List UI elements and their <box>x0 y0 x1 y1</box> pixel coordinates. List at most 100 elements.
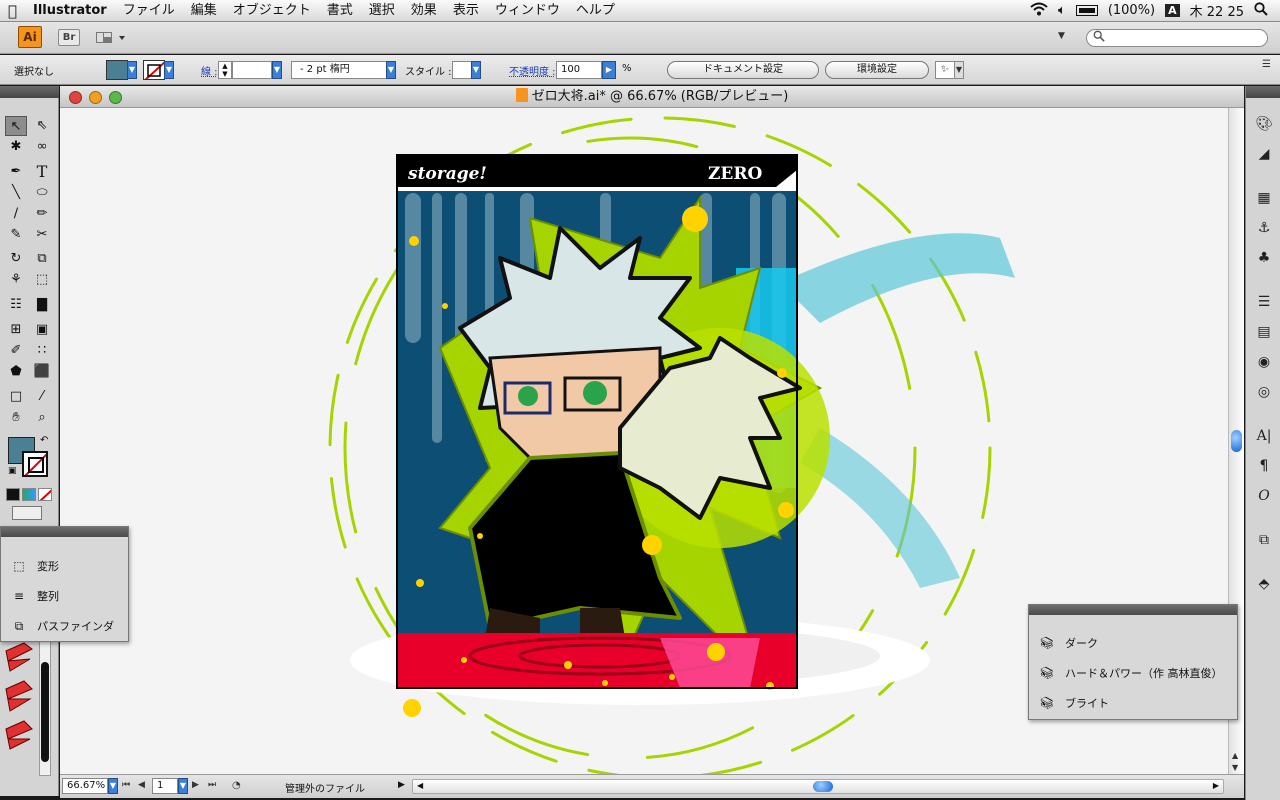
symbols-panel-icon[interactable]: ♣ <box>1254 248 1274 268</box>
dock-header[interactable] <box>1246 86 1280 98</box>
minimize-window-button[interactable] <box>89 91 102 104</box>
zoom-window-button[interactable] <box>109 91 122 104</box>
stroke-weight-field[interactable] <box>232 61 272 79</box>
gradient-panel-icon[interactable]: ▤ <box>1254 322 1274 342</box>
library-item-bright[interactable]: 📚︎ ブライト <box>1039 695 1109 711</box>
screen-mode-icon[interactable] <box>12 506 42 520</box>
isolate-mode-icon[interactable]: ✨︎ <box>935 61 955 79</box>
tools-panel-header[interactable] <box>0 86 59 98</box>
opacity-field[interactable]: 100 <box>556 61 602 79</box>
hand-tool-icon[interactable]: ✋︎ <box>5 408 27 428</box>
none-mode-icon[interactable] <box>38 488 52 501</box>
default-colors-icon[interactable]: ▣ <box>8 466 17 476</box>
transparency-panel-icon[interactable]: ◉ <box>1254 352 1274 372</box>
symbol-sprayer-tool-icon[interactable]: ☷ <box>5 295 27 315</box>
menu-effect[interactable]: 効果 <box>403 0 445 22</box>
help-search-input[interactable] <box>1086 29 1268 47</box>
status-menu-arrow[interactable]: ▶ <box>398 780 405 790</box>
artwork-card[interactable]: storage! ZERO <box>396 154 830 717</box>
wifi-icon[interactable] <box>1030 2 1048 20</box>
menu-object[interactable]: オブジェクト <box>225 0 319 22</box>
fill-swatch[interactable] <box>106 60 128 80</box>
selection-tool-icon[interactable]: ↖︎ <box>5 116 27 136</box>
blend-tool-icon[interactable]: ∷ <box>31 341 53 361</box>
free-transform-tool-icon[interactable]: ⬚ <box>31 270 53 290</box>
line-tool-icon[interactable]: ╲ <box>5 183 27 203</box>
live-paint-selection-tool-icon[interactable]: ⬛ <box>31 362 53 382</box>
scissors-tool-icon[interactable]: ✂︎ <box>31 225 53 245</box>
last-artboard-icon[interactable]: ⏭︎ <box>208 780 216 790</box>
artboards-panel-icon[interactable]: ⧉ <box>1254 530 1274 550</box>
opentype-panel-icon[interactable]: O <box>1254 486 1274 506</box>
panel-item-transform[interactable]: ⬚ 変形 <box>11 558 59 574</box>
warp-tool-icon[interactable]: ⚘︎ <box>5 270 27 290</box>
panel-item-pathfinder[interactable]: ⧉ パスファインダ <box>11 618 114 634</box>
scroll-down-arrow[interactable]: ▼ <box>1232 763 1238 772</box>
opacity-link[interactable]: 不透明度 : <box>509 63 556 78</box>
workspace-switcher-icon[interactable]: ▼ <box>1058 31 1065 41</box>
battery-icon[interactable] <box>1075 5 1098 16</box>
floating-panel-header-right[interactable] <box>1029 605 1237 615</box>
stroke-panel-icon[interactable]: ☰ <box>1254 292 1274 312</box>
panel-item-align[interactable]: ≡ 整列 <box>11 588 59 604</box>
brush-dropdown[interactable]: ▼ <box>386 61 396 79</box>
layers-panel-icon[interactable]: ⬘ <box>1254 574 1274 594</box>
pen-tool-icon[interactable]: ✒︎ <box>5 162 27 182</box>
artboard-number-field[interactable]: 1 <box>152 778 178 794</box>
brushes-panel-icon[interactable]: ⚓︎ <box>1254 218 1274 238</box>
menu-select[interactable]: 選択 <box>361 0 403 22</box>
pencil-tool-icon[interactable]: ✏︎ <box>31 204 53 224</box>
library-item-hard-power[interactable]: 📚︎ ハード＆パワー（作 高林直俊） <box>1039 665 1222 681</box>
arrange-documents-button[interactable] <box>94 29 128 46</box>
clock[interactable]: 木 22 25 <box>1190 1 1244 20</box>
stroke-weight-stepper[interactable]: ▲ ▼ <box>218 61 232 79</box>
blob-brush-tool-icon[interactable]: ✎︎ <box>5 225 27 245</box>
menu-view[interactable]: 表示 <box>445 0 487 22</box>
stroke-color-box[interactable] <box>22 451 48 477</box>
scroll-right-arrow[interactable]: ▶ <box>1213 781 1219 790</box>
ellipse-tool-icon[interactable]: ⬭ <box>31 183 53 203</box>
mesh-tool-icon[interactable]: ⊞ <box>5 320 27 340</box>
zoom-dropdown[interactable]: ▼ <box>108 778 118 794</box>
direct-selection-tool-icon[interactable]: ⇖ <box>31 116 53 136</box>
paragraph-panel-icon[interactable]: ¶ <box>1254 456 1274 476</box>
character-panel-icon[interactable]: A| <box>1254 426 1274 446</box>
graphic-style-swatch[interactable] <box>452 61 472 79</box>
brush-panel-scrollbar[interactable] <box>39 641 51 776</box>
scroll-up-arrow[interactable]: ▲ <box>1232 751 1238 760</box>
color-mode-icon[interactable] <box>6 488 20 501</box>
scroll-left-arrow[interactable]: ◀ <box>417 781 423 790</box>
appearance-panel-icon[interactable]: ◎ <box>1254 382 1274 402</box>
live-paint-bucket-tool-icon[interactable]: ⬟ <box>5 362 27 382</box>
menu-type[interactable]: 書式 <box>319 0 361 22</box>
swap-fill-stroke-icon[interactable]: ↶ <box>40 435 48 446</box>
menu-illustrator[interactable]: Illustrator <box>25 0 115 22</box>
stroke-panel-link[interactable]: 線 : <box>201 63 218 78</box>
artboard-tool-icon[interactable]: □ <box>5 387 27 407</box>
horizontal-scroll-thumb[interactable] <box>813 781 833 792</box>
brush-definition-field[interactable]: - 2 pt 楕円 <box>291 61 387 79</box>
isolate-dropdown[interactable]: ▼ <box>954 61 964 79</box>
rotate-tool-icon[interactable]: ↻ <box>5 249 27 269</box>
menu-edit[interactable]: 編集 <box>183 0 225 22</box>
bridge-button[interactable]: Br <box>58 29 80 46</box>
lasso-tool-icon[interactable]: ∞ <box>31 137 53 157</box>
fill-dropdown[interactable]: ▼ <box>127 61 137 79</box>
status-info-text[interactable]: 管理外のファイル <box>285 780 365 795</box>
floating-panel-header[interactable] <box>1 527 128 537</box>
document-setup-button[interactable]: ドキュメント設定 <box>667 61 819 79</box>
horizontal-scrollbar[interactable]: ◀ ▶ <box>412 779 1224 794</box>
menu-help[interactable]: ヘルプ <box>568 0 623 22</box>
input-mode-icon[interactable]: A <box>1165 4 1180 17</box>
stroke-swatch[interactable] <box>143 60 165 80</box>
library-item-dark[interactable]: 📚︎ ダーク <box>1039 635 1098 651</box>
scale-tool-icon[interactable]: ⧉ <box>31 249 53 269</box>
volume-icon[interactable]: 🔈︎ <box>1058 3 1066 18</box>
zoom-tool-icon[interactable]: ⌕ <box>31 408 53 428</box>
vertical-scroll-thumb[interactable] <box>1231 430 1242 452</box>
spotlight-icon[interactable] <box>1254 1 1268 20</box>
graphic-style-dropdown[interactable]: ▼ <box>471 61 481 79</box>
menu-file[interactable]: ファイル <box>115 0 183 22</box>
first-artboard-icon[interactable]: ⏮︎ <box>122 780 130 790</box>
color-panel-icon[interactable]: 🎨︎ <box>1254 114 1274 134</box>
